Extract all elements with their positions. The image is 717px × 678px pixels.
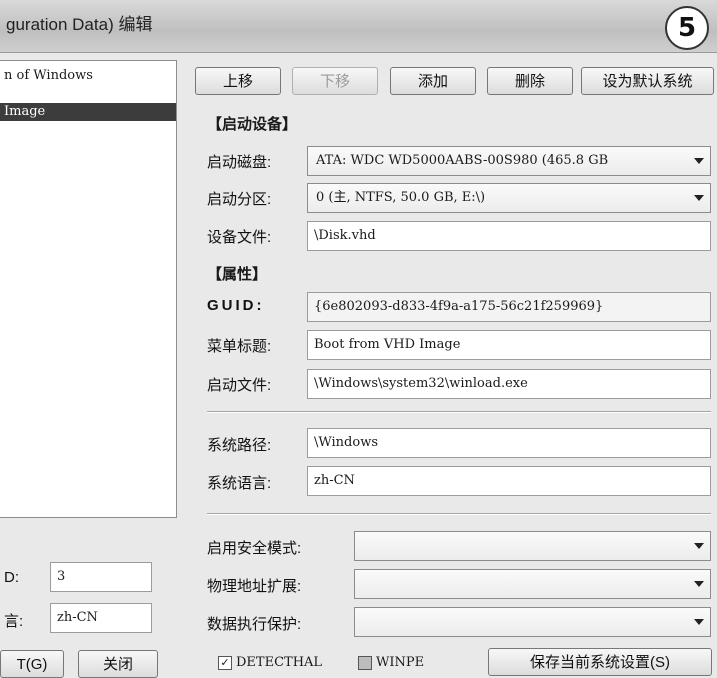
move-down-button[interactable]: 下移 — [292, 67, 378, 95]
guid-field[interactable]: {6e802093-d833-4f9a-a175-56c21f259969} — [307, 292, 711, 322]
os-list[interactable]: n of Windows Image — [0, 60, 177, 518]
divider — [207, 411, 711, 413]
system-language-field[interactable]: zh-CN — [307, 466, 711, 496]
step-badge: 5 — [665, 6, 709, 50]
language-label: 言: — [4, 613, 24, 630]
attributes-heading: 【属性】 — [207, 266, 268, 283]
winpe-checkbox[interactable] — [358, 656, 372, 670]
boot-disk-select[interactable]: ATA: WDC WD5000AABS-00S980 (465.8 GB — [307, 146, 711, 176]
timeout-field[interactable]: 3 — [50, 562, 152, 592]
divider — [207, 513, 711, 515]
winpe-label: WINPE — [376, 655, 425, 670]
save-settings-button[interactable]: 保存当前系统设置(S) — [488, 648, 712, 676]
detecthal-label: DETECTHAL — [236, 655, 323, 670]
dep-label: 数据执行保护: — [207, 616, 302, 633]
add-button[interactable]: 添加 — [390, 67, 476, 95]
window-title: guration Data) 编辑 — [6, 15, 153, 34]
chevron-down-icon — [694, 195, 704, 201]
apply-button[interactable]: T(G) — [0, 650, 64, 678]
device-file-field[interactable]: \Disk.vhd — [307, 221, 711, 251]
boot-partition-select[interactable]: 0 (主, NTFS, 50.0 GB, E:\) — [307, 183, 711, 213]
language-field[interactable]: zh-CN — [50, 603, 152, 633]
chevron-down-icon — [694, 543, 704, 549]
os-list-item-selected[interactable]: Image — [0, 103, 176, 121]
device-file-label: 设备文件: — [207, 229, 272, 246]
timeout-label: D: — [4, 569, 19, 586]
boot-partition-label: 启动分区: — [207, 191, 272, 208]
delete-button[interactable]: 删除 — [487, 67, 573, 95]
boot-device-heading: 【启动设备】 — [207, 116, 298, 133]
chevron-down-icon — [694, 158, 704, 164]
title-bar: guration Data) 编辑 5 — [0, 0, 717, 53]
menu-title-label: 菜单标题: — [207, 338, 272, 355]
guid-label: GUID: — [207, 297, 265, 314]
boot-file-label: 启动文件: — [207, 377, 272, 394]
boot-partition-value: 0 (主, NTFS, 50.0 GB, E:\) — [316, 190, 486, 205]
system-language-label: 系统语言: — [207, 475, 272, 492]
dep-select[interactable] — [354, 607, 711, 637]
chevron-down-icon — [694, 619, 704, 625]
boot-disk-value: ATA: WDC WD5000AABS-00S980 (465.8 GB — [316, 153, 609, 168]
menu-title-field[interactable]: Boot from VHD Image — [307, 330, 711, 360]
chevron-down-icon — [694, 581, 704, 587]
system-path-label: 系统路径: — [207, 437, 272, 454]
set-default-button[interactable]: 设为默认系统 — [581, 67, 714, 95]
close-button[interactable]: 关闭 — [78, 650, 158, 678]
os-list-item[interactable]: n of Windows — [0, 67, 176, 85]
detecthal-checkbox[interactable]: ✓ — [218, 656, 232, 670]
safe-mode-select[interactable] — [354, 531, 711, 561]
boot-disk-label: 启动磁盘: — [207, 154, 272, 171]
pae-label: 物理地址扩展: — [207, 578, 302, 595]
boot-file-field[interactable]: \Windows\system32\winload.exe — [307, 369, 711, 399]
move-up-button[interactable]: 上移 — [195, 67, 281, 95]
system-path-field[interactable]: \Windows — [307, 428, 711, 458]
safe-mode-label: 启用安全模式: — [207, 540, 302, 557]
pae-select[interactable] — [354, 569, 711, 599]
